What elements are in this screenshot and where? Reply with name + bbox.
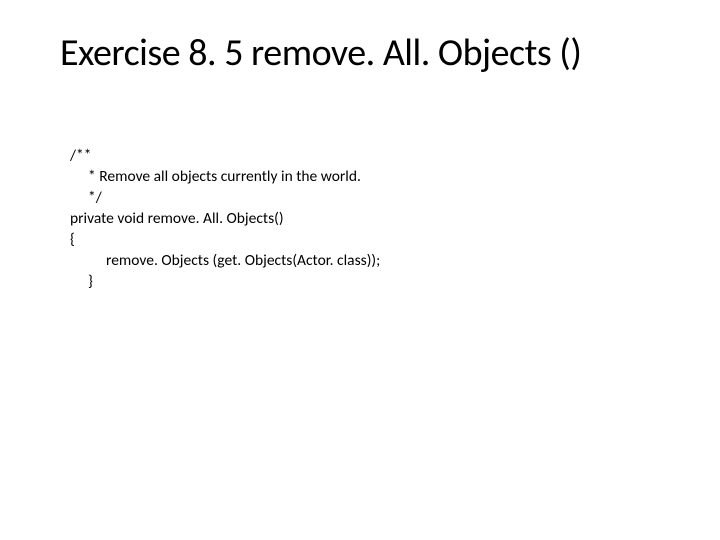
- code-line: /**: [70, 146, 660, 167]
- code-line: }: [70, 272, 660, 293]
- code-block: /** * Remove all objects currently in th…: [60, 146, 660, 292]
- code-line: {: [70, 230, 660, 251]
- code-line: private void remove. All. Objects(): [70, 209, 660, 230]
- code-line: * Remove all objects currently in the wo…: [70, 167, 660, 188]
- page-title: Exercise 8. 5 remove. All. Objects (): [60, 30, 660, 76]
- code-line: remove. Objects (get. Objects(Actor. cla…: [70, 251, 660, 272]
- code-line: */: [70, 188, 660, 209]
